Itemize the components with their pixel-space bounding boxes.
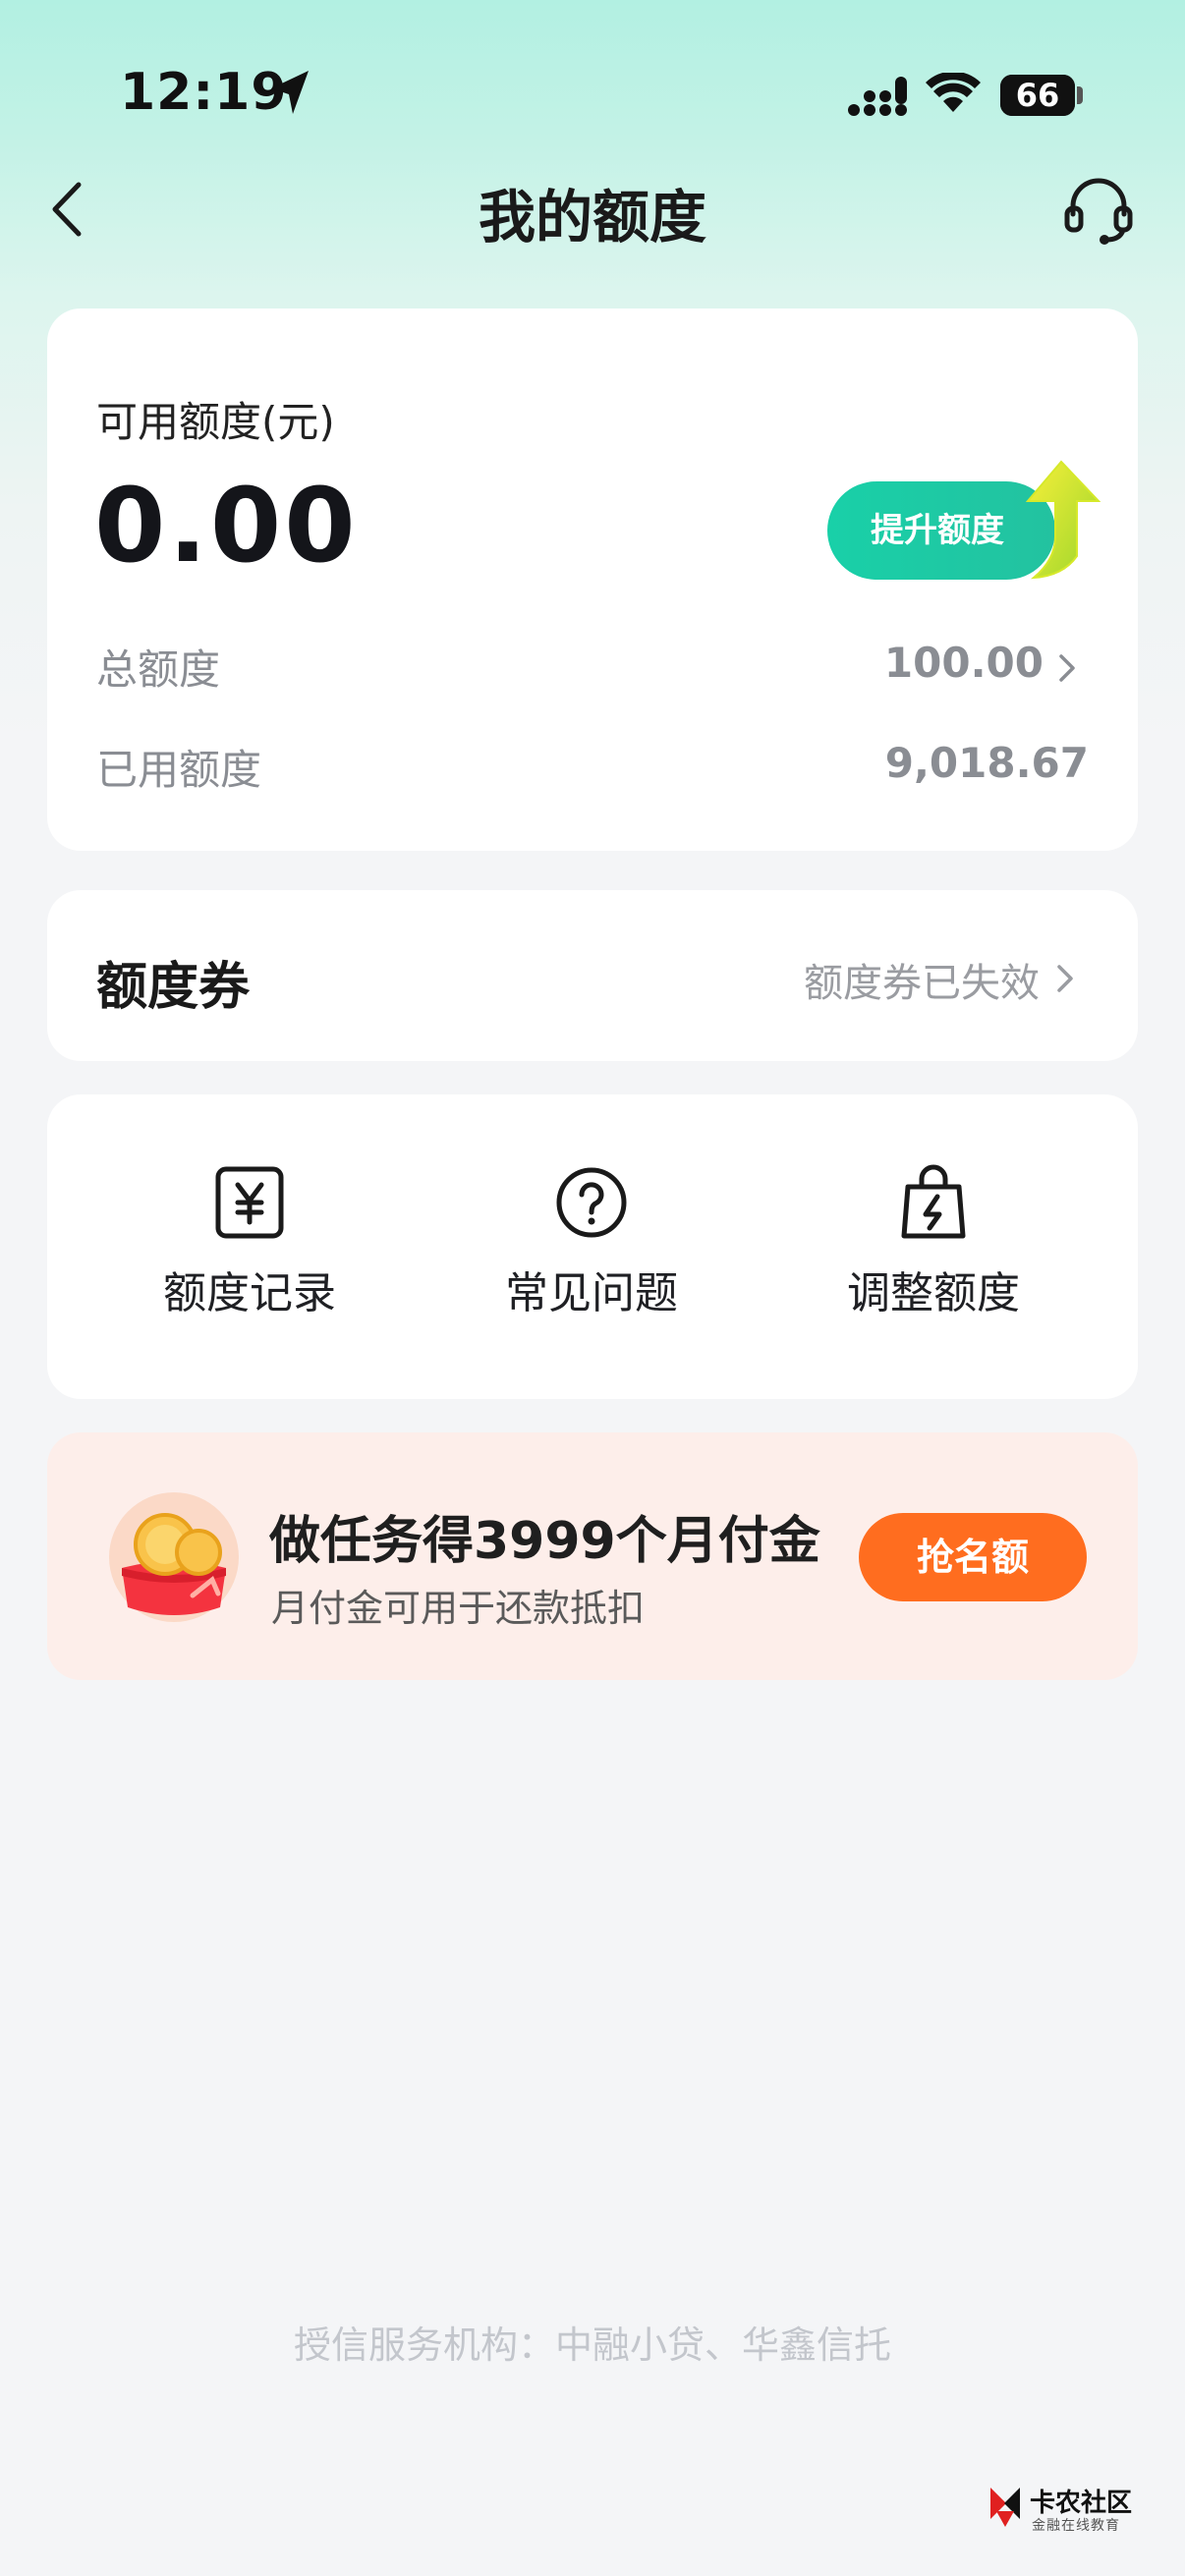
headset-support-icon[interactable] (1061, 173, 1136, 248)
total-quota-label: 总额度 (96, 645, 221, 694)
yen-record-icon (215, 1166, 284, 1239)
bag-bolt-icon (901, 1164, 966, 1239)
chevron-right-icon[interactable] (1053, 648, 1081, 688)
coupon-status: 额度券已失效 (804, 961, 1040, 1006)
quick-actions-card: 额度记录 常见问题 调整额度 (47, 1094, 1138, 1399)
page-title: 我的额度 (478, 184, 706, 251)
used-quota-value: 9,018.67 (884, 739, 1089, 787)
watermark-subtitle: 金融在线教育 (1032, 2518, 1120, 2534)
available-quota-label: 可用额度(元) (96, 398, 335, 446)
coupon-title: 额度券 (96, 958, 251, 1017)
used-quota-label: 已用额度 (96, 746, 262, 794)
status-time: 12:19 (120, 63, 288, 122)
faq-label: 常见问题 (505, 1268, 678, 1318)
battery-level: 66 (1015, 77, 1060, 114)
total-quota-value[interactable]: 100.00 (884, 639, 1044, 687)
promo-title: 做任务得3999个月付金 (269, 1512, 820, 1571)
adjust-quota-action[interactable]: 调整额度 (806, 1163, 1061, 1340)
available-quota-amount: 0.00 (94, 466, 359, 586)
quota-card: 可用额度(元) 0.00 提升额度 总额度 100.00 已用额度 9,018.… (47, 308, 1138, 851)
watermark-title: 卡农社区 (1030, 2489, 1133, 2518)
grab-slot-button[interactable]: 抢名额 (859, 1513, 1087, 1601)
location-arrow-icon (271, 71, 309, 114)
status-bar: 12:19 66 (0, 0, 1185, 187)
battery-cap (1077, 86, 1083, 104)
chevron-right-icon (1057, 965, 1073, 992)
battery-indicator: 66 (1000, 75, 1075, 116)
adjust-quota-label: 调整额度 (847, 1268, 1020, 1318)
watermark-logo-icon (990, 2488, 1020, 2527)
coin-redpacket-icon (109, 1492, 239, 1622)
page: 12:19 66 我的额度 可用额度(元) 0.00 提升额度 总额度 100.… (0, 0, 1185, 2576)
faq-action[interactable]: 常见问题 (464, 1163, 719, 1340)
quota-record-action[interactable]: 额度记录 (122, 1163, 377, 1340)
question-icon (556, 1167, 627, 1238)
promo-subtitle: 月付金可用于还款抵扣 (271, 1587, 646, 1630)
wifi-icon (926, 73, 981, 112)
quota-record-label: 额度记录 (163, 1268, 336, 1318)
cellular-signal-icon (848, 77, 907, 116)
promo-banner[interactable]: 做任务得3999个月付金 月付金可用于还款抵扣 抢名额 (47, 1432, 1138, 1680)
credit-institutions-footer: 授信服务机构：中融小贷、华鑫信托 (293, 2324, 891, 2367)
quota-coupon-row[interactable]: 额度券 额度券已失效 (47, 890, 1138, 1061)
raise-quota-button[interactable]: 提升额度 (827, 481, 1055, 580)
